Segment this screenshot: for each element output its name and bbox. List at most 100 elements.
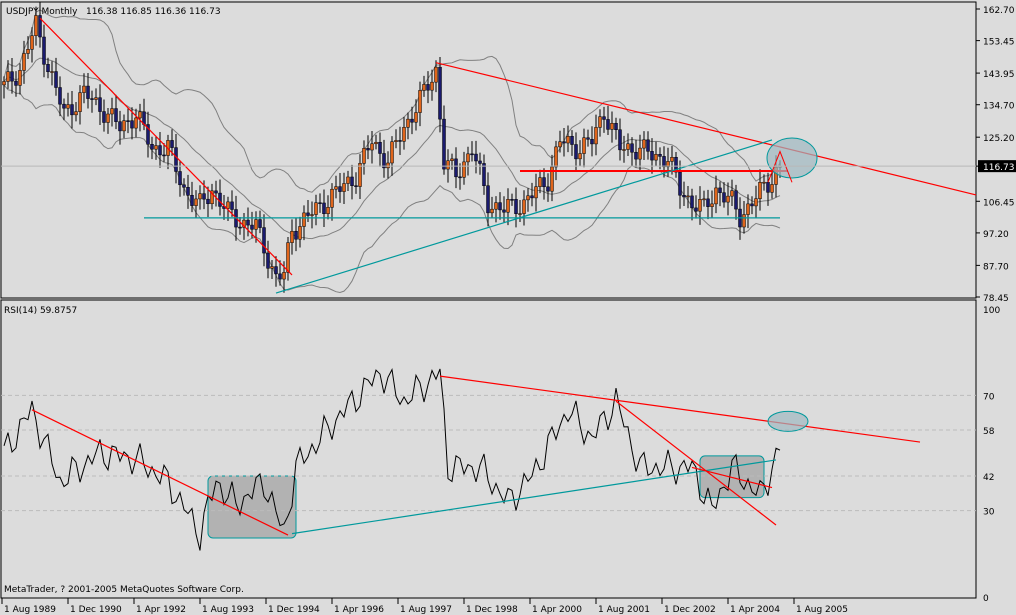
date-tick-label: 1 Apr 2000 [532,605,582,615]
bear-candle [182,184,186,188]
bear-candle [590,139,594,145]
bear-candle [734,190,738,210]
date-tick-label: 1 Aug 2001 [598,605,650,615]
bull-candle [406,118,410,128]
bear-candle [454,158,458,178]
bull-candle [462,161,466,178]
bull-candle [414,112,418,123]
bull-candle [554,146,558,168]
bear-candle [750,203,754,207]
current-price-label: 116.73 [983,163,1015,173]
bear-candle [118,121,122,132]
bull-candle [282,272,286,280]
bull-candle [326,207,330,214]
bull-candle [286,242,290,273]
bear-candle [706,198,710,207]
bear-candle [586,137,590,140]
bear-candle [442,118,446,170]
bull-candle [106,113,110,123]
bear-candle [618,129,622,151]
bull-candle [422,84,426,91]
bull-candle [362,148,366,164]
date-tick-label: 1 Aug 1989 [4,605,56,615]
rsi-highlight-ellipse [767,410,809,432]
bull-candle [578,153,582,160]
bear-candle [478,160,482,164]
bull-candle [94,97,98,100]
bull-candle [686,195,690,198]
bear-candle [266,252,270,269]
bear-candle [602,116,606,120]
bear-candle [114,108,118,122]
bull-candle [610,123,614,130]
bull-candle [702,198,706,201]
bear-candle [258,219,262,228]
bear-candle [510,199,514,201]
bull-candle [194,198,198,206]
chart-canvas[interactable]: 162.70 153.45 143.95 134.70 125.20 116.73 106.… [0,0,1016,615]
bear-candle [262,227,266,254]
bear-candle [126,120,130,122]
bull-candle [226,201,230,209]
date-tick-label: 1 Aug 1997 [400,605,452,615]
bear-candle [274,266,278,275]
bear-candle [650,151,654,161]
bear-candle [646,139,650,152]
rsi-tick-label: 100 [983,306,1000,316]
price-panel-border [0,1,977,299]
bear-candle [14,80,18,86]
price-tick-label: 153.45 [983,38,1015,48]
bull-candle [434,66,438,83]
bull-candle [638,147,642,160]
bull-candle [762,181,766,184]
bear-candle [294,230,298,240]
bull-candle [138,111,142,119]
bear-candle [426,84,430,91]
bear-candle [614,123,618,130]
bull-candle [154,145,158,150]
bull-candle [506,199,510,213]
bull-candle [526,195,530,201]
bear-candle [530,195,534,199]
rsi-tick-label: 0 [983,594,989,604]
bear-candle [202,193,206,200]
bear-candle [474,153,478,162]
symbol-label: USDJPY,Monthly [6,7,78,17]
bear-candle [458,176,462,179]
bear-candle [46,64,50,73]
bear-candle [410,118,414,123]
metatrader-chart-window: 162.70 153.45 143.95 134.70 125.20 116.73 106.… [0,0,1016,615]
bear-candle [366,148,370,151]
bull-candle [110,108,114,115]
rsi-tick-label: 70 [983,392,995,402]
highlight-box [207,475,297,539]
bear-candle [630,143,634,153]
bear-candle [502,209,506,213]
bear-candle [694,207,698,212]
bear-candle [354,185,358,187]
bear-candle [570,136,574,145]
bull-candle [394,140,398,142]
bull-candle [358,163,362,187]
axes: 162.70 153.45 143.95 134.70 125.20 116.73 106.… [1,6,1016,615]
bear-candle [230,201,234,210]
price-tick-label: 125.20 [983,134,1015,144]
rsi-trendline-red [31,409,289,536]
bull-candle [18,70,22,86]
bear-candle [98,97,102,112]
bear-candle [574,144,578,160]
bear-candle [186,187,190,196]
bear-candle [306,212,310,216]
bear-candle [278,273,282,280]
date-tick-label: 1 Dec 1990 [70,605,122,615]
bull-candle [626,143,630,150]
bull-candle [642,139,646,149]
bull-candle [698,199,702,212]
bull-candle [342,183,346,192]
bull-candle [198,193,202,200]
bull-candle [538,177,542,187]
bear-candle [238,226,242,229]
bear-candle [190,195,194,206]
rsi-trendline-red [439,375,921,443]
rsi-tick-label: 58 [983,427,995,437]
